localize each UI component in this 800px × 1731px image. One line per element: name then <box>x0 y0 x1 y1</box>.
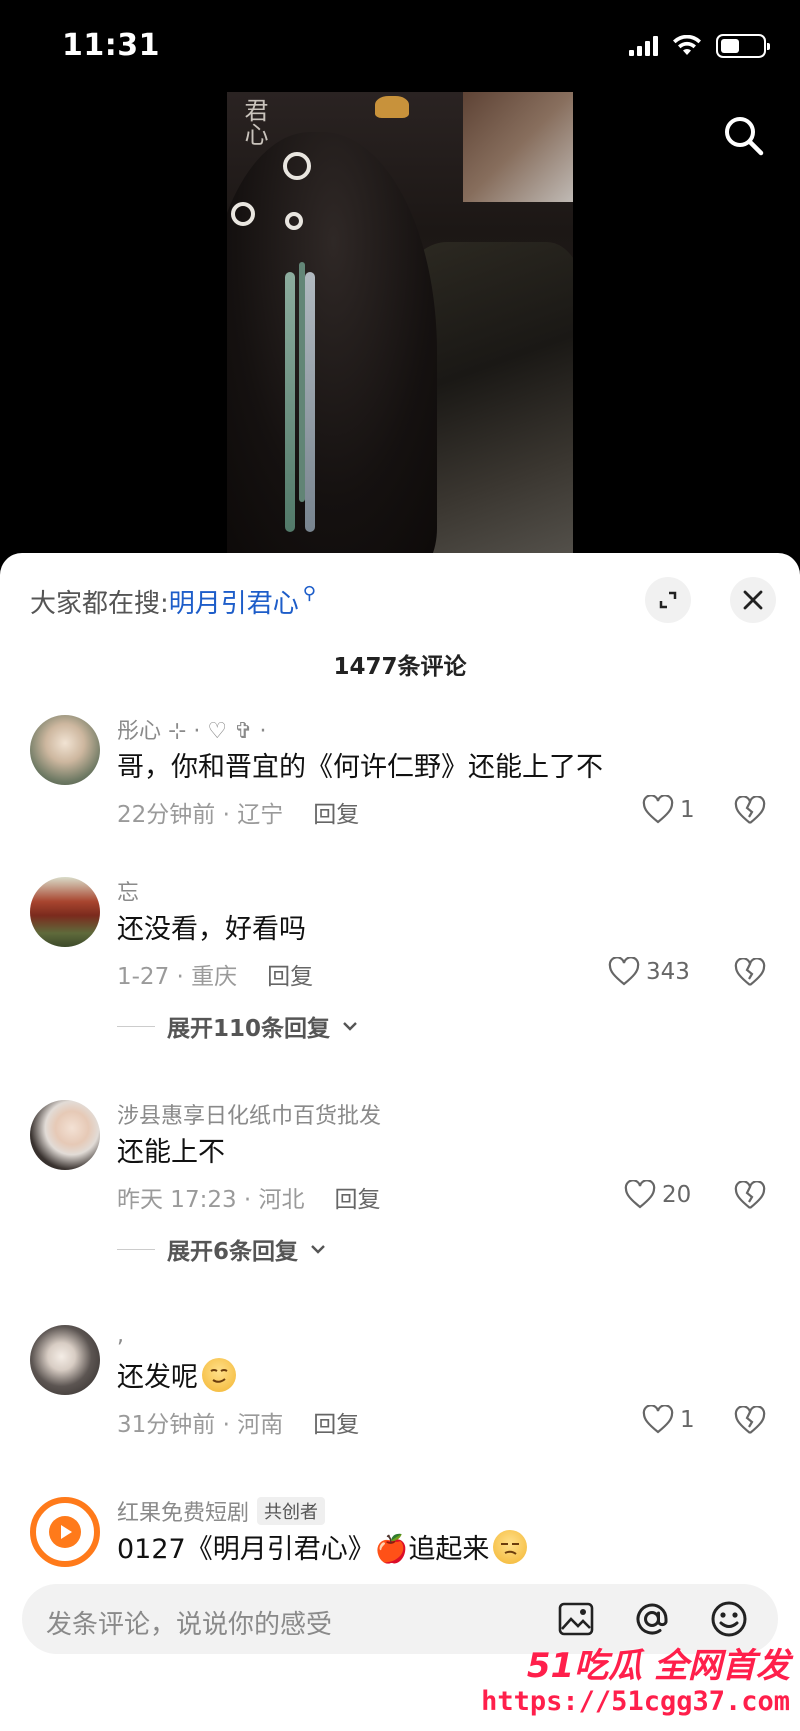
comment-username[interactable]: 忘 <box>117 875 139 907</box>
image-icon <box>558 1602 594 1636</box>
comment-username[interactable]: 涉县惠享日化纸巾百货批发 <box>117 1098 381 1130</box>
reply-button[interactable]: 回复 <box>335 1187 381 1213</box>
close-panel-button[interactable] <box>730 577 776 623</box>
comment-text[interactable]: 还没看，好看吗 <box>117 907 306 946</box>
expand-icon <box>659 591 677 609</box>
heart-icon <box>642 795 674 824</box>
comment-meta: 1-27 · 重庆 回复 <box>117 957 313 991</box>
reply-button[interactable]: 回复 <box>267 964 313 990</box>
expand-replies-label: 展开6条回复 <box>167 1239 299 1265</box>
comment-text[interactable]: 0127《明月引君心》🍎追起来 <box>117 1527 528 1566</box>
comment-text[interactable]: 还能上不 <box>117 1130 225 1169</box>
battery-icon <box>716 34 770 58</box>
mention-button[interactable] <box>630 1597 674 1641</box>
comment-username[interactable]: 彤心 ⊹ · ♡ ✞ · <box>117 713 267 745</box>
comment-meta: 31分钟前 · 河南 回复 <box>117 1405 359 1439</box>
signal-icon <box>629 36 658 56</box>
panel-header: 大家都在搜:明月引君心 ⚲ 1477条评论 <box>0 553 800 680</box>
comment-meta: 昨天 17:23 · 河北 回复 <box>117 1180 381 1214</box>
avatar[interactable] <box>30 1100 100 1170</box>
wifi-icon <box>673 35 701 55</box>
heart-icon <box>608 957 640 986</box>
hot-search-keyword[interactable]: 明月引君心 <box>169 589 299 619</box>
broken-heart-icon[interactable] <box>734 958 766 988</box>
play-icon <box>49 1516 81 1548</box>
status-time: 11:31 <box>62 28 160 63</box>
comment-text[interactable]: 哥，你和晋宜的《何许仁野》还能上了不 <box>117 745 603 784</box>
avatar[interactable] <box>30 877 100 947</box>
site-watermark: 51吃瓜 全网首发 https://51cgg37.com <box>477 1638 800 1731</box>
like-count: 1 <box>680 1407 695 1433</box>
hot-search[interactable]: 大家都在搜:明月引君心 ⚲ <box>30 583 316 620</box>
heart-icon <box>624 1180 656 1209</box>
video-figure-hair <box>227 132 437 554</box>
comment-username[interactable]: 红果免费短剧 共创者 <box>117 1495 326 1527</box>
comment-time-location: 31分钟前 · 河南 <box>117 1412 284 1438</box>
expand-panel-button[interactable] <box>645 577 691 623</box>
hot-search-prefix: 大家都在搜: <box>30 589 169 619</box>
site-watermark-title: 51吃瓜 全网首发 <box>526 1646 790 1686</box>
broken-heart-icon[interactable] <box>734 1181 766 1211</box>
broken-heart-icon[interactable] <box>734 796 766 826</box>
like-count: 1 <box>680 797 695 823</box>
comment-meta: 22分钟前 · 辽宁 回复 <box>117 795 359 829</box>
at-icon <box>636 1603 668 1635</box>
like-count: 343 <box>646 959 690 985</box>
like-count: 20 <box>662 1182 692 1208</box>
smiley-icon <box>711 1601 747 1637</box>
broken-heart-icon[interactable] <box>734 1406 766 1436</box>
like-button[interactable]: 20 <box>624 1180 691 1210</box>
site-watermark-url: https://51cgg37.com <box>477 1686 794 1717</box>
expand-replies-label: 展开110条回复 <box>167 1016 331 1042</box>
emoji-button[interactable] <box>707 1597 751 1641</box>
avatar[interactable] <box>30 1325 100 1395</box>
video-watermark: 君心 <box>240 98 268 146</box>
like-button[interactable]: 343 <box>608 957 690 987</box>
like-button[interactable]: 1 <box>642 1405 695 1435</box>
heart-icon <box>642 1405 674 1434</box>
smug-emoji-icon <box>493 1530 528 1564</box>
comment-panel: 大家都在搜:明月引君心 ⚲ 1477条评论 彤心 ⊹ · ♡ ✞ · 哥，你和晋宜… <box>0 553 800 1731</box>
smirk-emoji-icon <box>202 1358 236 1392</box>
comment-username[interactable]: , <box>117 1323 124 1348</box>
expand-replies-button[interactable]: 展开6条回复 <box>117 1232 326 1266</box>
chevron-down-icon <box>311 1245 325 1254</box>
video-area[interactable]: 君心 <box>0 90 800 554</box>
close-icon <box>743 590 763 610</box>
reply-button[interactable]: 回复 <box>313 1412 359 1438</box>
co-creator-badge: 共创者 <box>257 1497 326 1525</box>
comment-text[interactable]: 还发呢 <box>117 1355 236 1394</box>
hongguo-avatar[interactable] <box>30 1497 100 1567</box>
video-frame[interactable]: 君心 <box>227 92 573 554</box>
comment-time-location: 昨天 17:23 · 河北 <box>117 1187 305 1213</box>
avatar[interactable] <box>30 715 100 785</box>
chevron-down-icon <box>343 1022 357 1031</box>
comment-input-placeholder[interactable]: 发条评论，说说你的感受 <box>46 1604 332 1641</box>
search-icon[interactable] <box>720 112 768 160</box>
comment-time-location: 22分钟前 · 辽宁 <box>117 802 284 828</box>
expand-replies-button[interactable]: 展开110条回复 <box>117 1009 358 1043</box>
image-button[interactable] <box>554 1597 598 1641</box>
status-bar: 11:31 <box>0 0 800 90</box>
small-search-icon: ⚲ <box>302 583 316 604</box>
like-button[interactable]: 1 <box>642 795 695 825</box>
reply-button[interactable]: 回复 <box>313 802 359 828</box>
comment-count: 1477条评论 <box>333 654 467 680</box>
comment-time-location: 1-27 · 重庆 <box>117 964 238 990</box>
status-icons <box>629 34 770 58</box>
